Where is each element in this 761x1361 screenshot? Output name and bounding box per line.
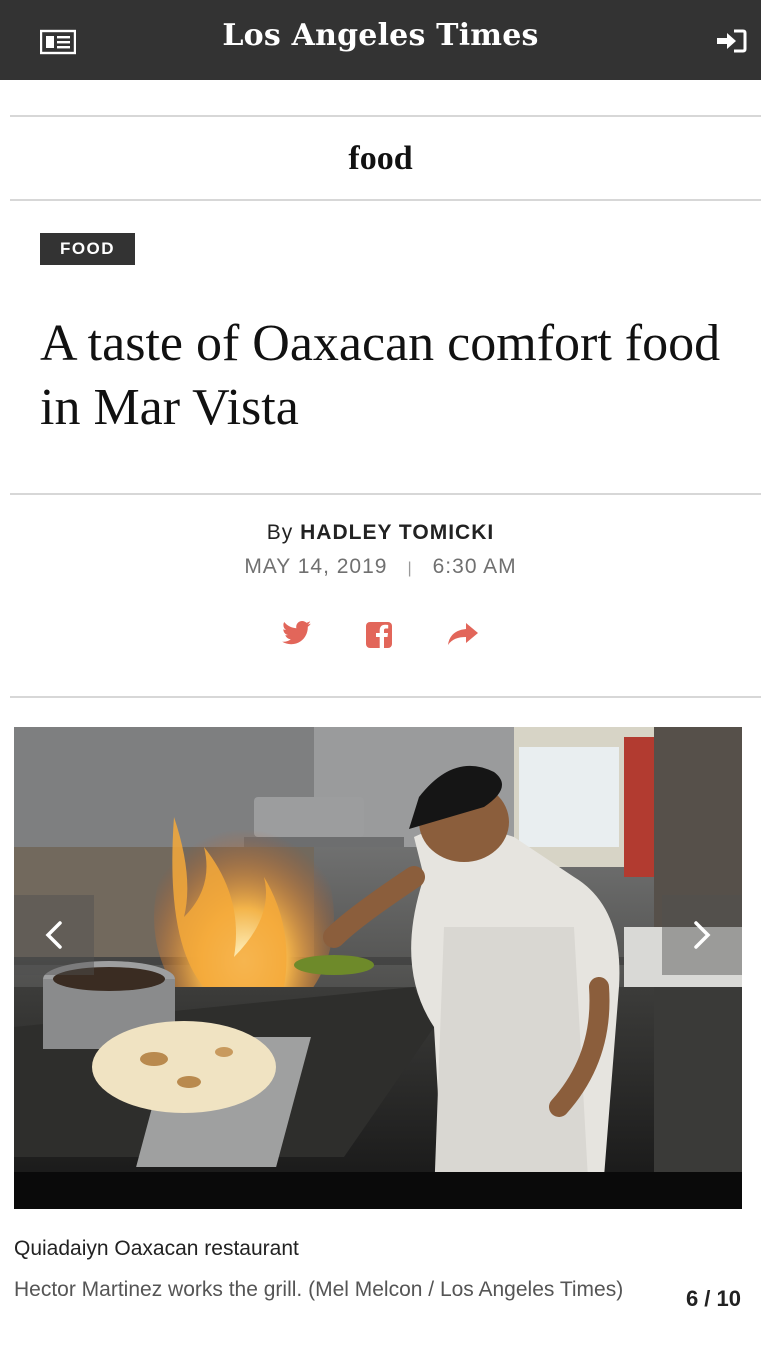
next-photo-button[interactable] [662, 895, 742, 975]
share-icon[interactable] [446, 620, 480, 650]
divider [10, 493, 761, 495]
chevron-right-icon [694, 921, 711, 949]
divider [10, 696, 761, 698]
section-title[interactable]: food [0, 140, 761, 178]
photo-caption-title: Quiadaiyn Oaxacan restaurant [14, 1237, 299, 1260]
section-tag[interactable]: FOOD [40, 233, 135, 265]
site-logo[interactable]: Los Angeles Times [0, 18, 761, 53]
byline-prefix: By [266, 521, 294, 544]
photo-counter: 6 / 10 [685, 1286, 741, 1311]
previous-photo-button[interactable] [14, 895, 94, 975]
divider [10, 199, 761, 201]
chevron-left-icon [45, 921, 62, 949]
author-link[interactable]: HADLEY TOMICKI [300, 521, 494, 544]
sign-in-icon[interactable] [715, 28, 747, 54]
date-separator: | [407, 560, 413, 577]
gallery-photo[interactable] [14, 727, 742, 1209]
publish-date: MAY 14, 2019 [244, 555, 388, 578]
facebook-icon[interactable] [364, 620, 398, 650]
byline: By HADLEY TOMICKI [0, 521, 761, 545]
dateline: MAY 14, 2019 | 6:30 AM [0, 555, 761, 579]
article-headline: A taste of Oaxacan comfort food in Mar V… [40, 315, 721, 436]
photo-caption-text: Hector Martinez works the grill. (Mel Me… [14, 1278, 624, 1301]
divider [10, 115, 761, 117]
twitter-icon[interactable] [282, 620, 316, 650]
publish-time: 6:30 AM [432, 555, 517, 578]
top-bar: Los Angeles Times [0, 0, 761, 80]
